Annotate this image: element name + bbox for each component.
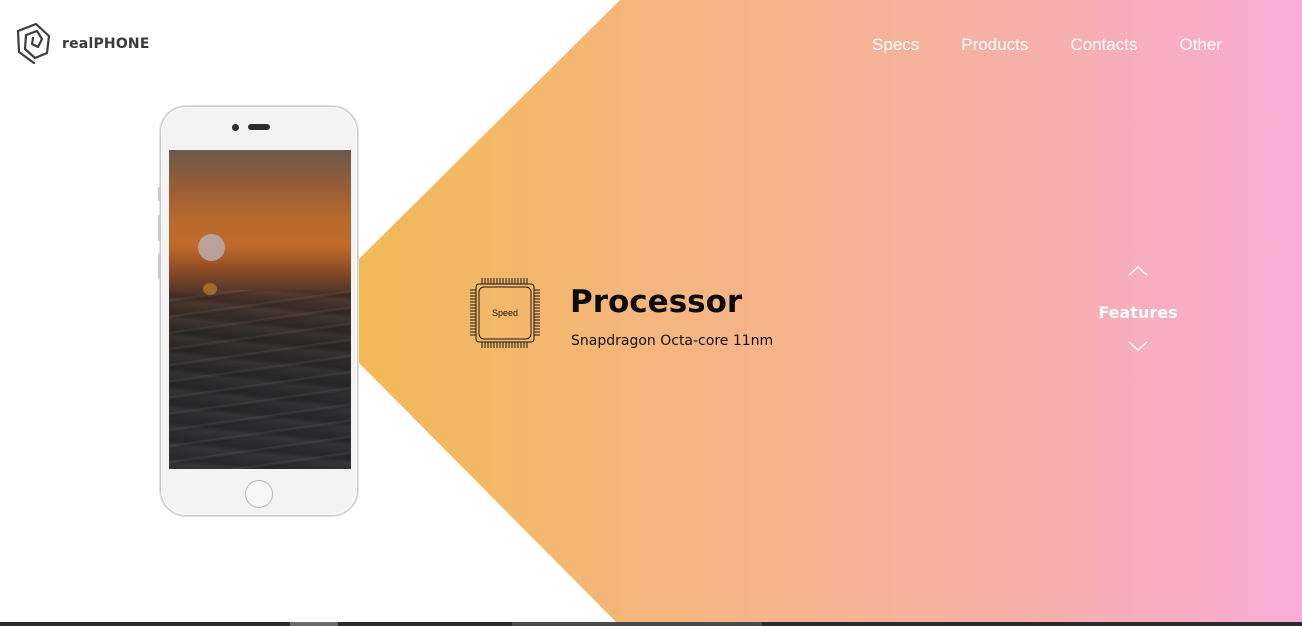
- spiral-pentagon-icon: [16, 22, 51, 65]
- phone-home-button: [245, 480, 273, 508]
- phone-screen: [169, 150, 351, 469]
- features-selector-label: Features: [1098, 303, 1178, 322]
- ocean-waves: [169, 290, 351, 469]
- bottom-bar-segment: [512, 622, 762, 626]
- nav-item-products[interactable]: Products: [961, 34, 1028, 56]
- processor-chip-icon: Speed: [470, 278, 540, 348]
- chevron-down-icon[interactable]: [1127, 341, 1149, 353]
- phone-speaker: [248, 124, 270, 130]
- brand-name: realPHONE: [62, 36, 150, 52]
- page: realPHONE Specs Products Contacts Other: [0, 0, 1302, 626]
- bottom-bar-segment: [290, 622, 338, 626]
- nav-item-contacts[interactable]: Contacts: [1070, 34, 1137, 56]
- phone-camera: [232, 124, 239, 131]
- main-nav: Specs Products Contacts Other: [830, 34, 1222, 56]
- nav-item-other[interactable]: Other: [1179, 34, 1222, 56]
- sun: [198, 234, 225, 261]
- phone-volume-down-button: [158, 253, 160, 279]
- phone-mockup: [158, 106, 358, 516]
- chip-label: Speed: [491, 308, 519, 318]
- feature-description: Snapdragon Octa-core 11nm: [571, 333, 774, 349]
- feature-title: Processor: [570, 284, 743, 320]
- chevron-up-icon[interactable]: [1127, 264, 1149, 276]
- phone-side-button: [158, 187, 160, 201]
- phone-volume-up-button: [158, 215, 160, 241]
- nav-item-specs[interactable]: Specs: [872, 34, 919, 56]
- brand-logo[interactable]: realPHONE: [16, 22, 150, 66]
